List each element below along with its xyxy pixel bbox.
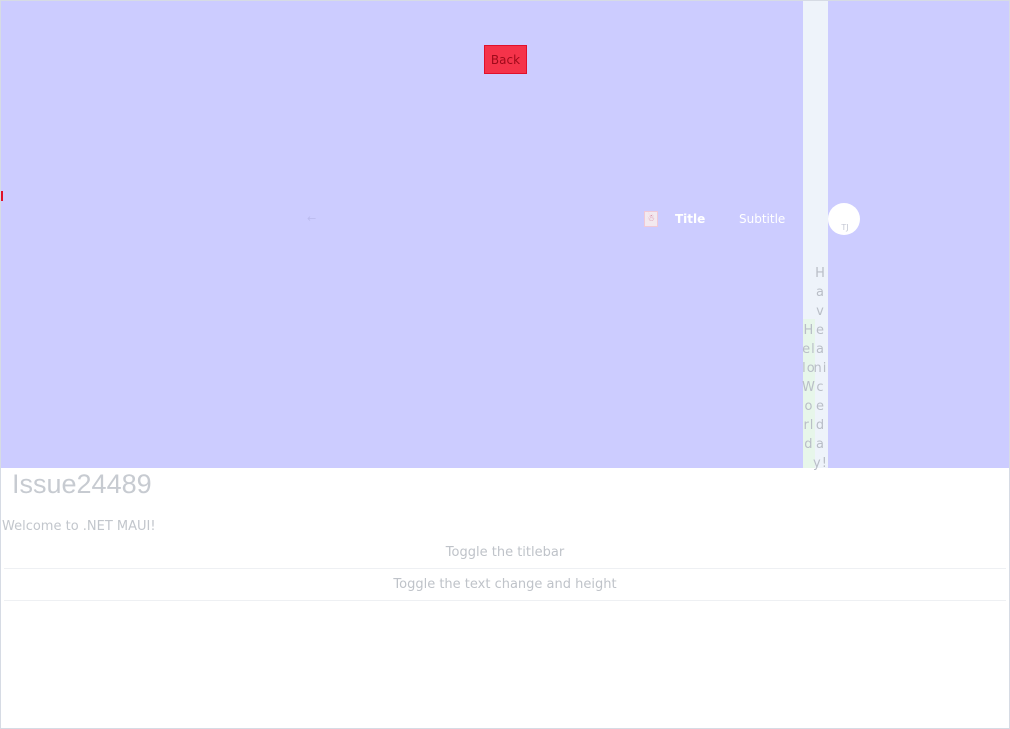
app-window: Back ← ☃ Title Subtitle H el lo W o rl d… (0, 0, 1010, 729)
back-button[interactable]: Back (484, 45, 527, 74)
toggle-text-height-button[interactable]: Toggle the text change and height (4, 569, 1006, 601)
avatar[interactable]: TJ (828, 203, 860, 235)
edge-marker (1, 191, 3, 201)
app-icon: ☃ (644, 211, 658, 227)
page-title: Issue24489 (12, 469, 152, 499)
titlebar-subtitle: Subtitle (739, 212, 786, 226)
welcome-label: Welcome to .NET MAUI! (2, 519, 156, 534)
back-arrow-icon[interactable]: ← (307, 212, 316, 225)
toggle-titlebar-button[interactable]: Toggle the titlebar (4, 537, 1006, 569)
have-a-nice-day-label: H a v e a ni c e d a y! (813, 266, 828, 471)
titlebar-title: Title (675, 212, 706, 226)
avatar-initials: TJ (841, 223, 849, 232)
title-bar: Back ← ☃ Title Subtitle H el lo W o rl d… (1, 1, 1009, 471)
